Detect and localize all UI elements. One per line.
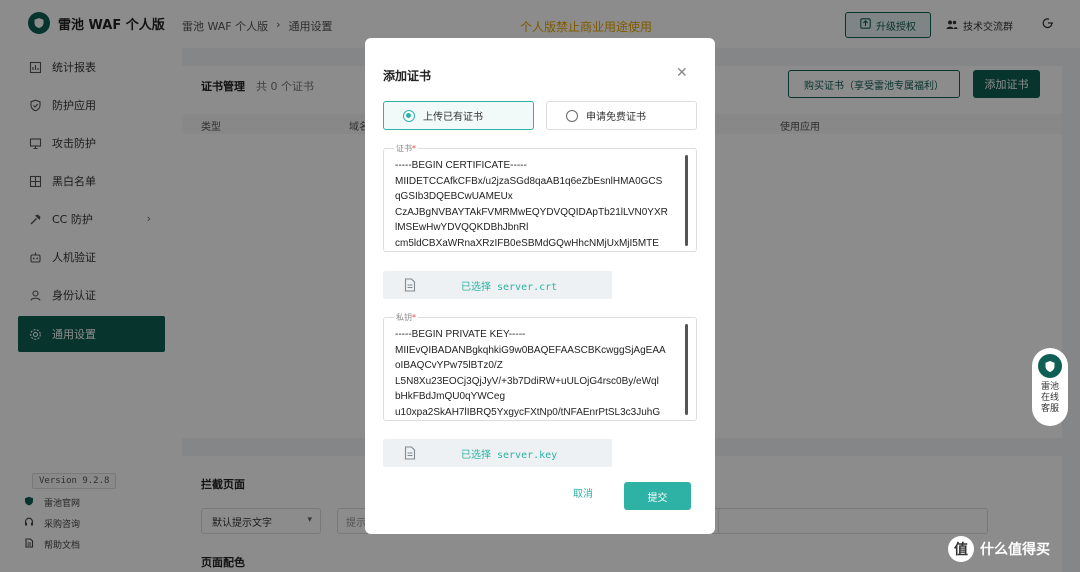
selected-file-label: 已选择 server.key (461, 450, 558, 461)
file-name: server.crt (497, 282, 558, 293)
modal-title: 添加证书 (383, 69, 432, 83)
watermark-logo: 值 (948, 536, 974, 562)
service-label: 雷池在线客服 (1040, 382, 1059, 414)
selected-file-label: 已选择 server.crt (461, 282, 558, 293)
private-key-file-upload[interactable]: 已选择 server.key (383, 439, 612, 467)
certificate-textarea[interactable]: 证书* -----BEGIN CERTIFICATE----- MIIDETCC… (383, 143, 697, 252)
add-certificate-modal: 添加证书 ✕ 上传已有证书 申请免费证书 证书* -----BEGIN CERT… (365, 38, 715, 534)
private-key-textarea[interactable]: 私钥* -----BEGIN PRIVATE KEY----- MIIEvQIB… (383, 312, 697, 421)
certificate-text: -----BEGIN CERTIFICATE----- MIIDETCCAfkC… (395, 160, 668, 248)
watermark: 值 什么值得买 (948, 536, 1050, 562)
certificate-file-upload[interactable]: 已选择 server.crt (383, 271, 612, 299)
submit-button[interactable]: 提交 (624, 482, 691, 510)
private-key-text: -----BEGIN PRIVATE KEY----- MIIEvQIBADAN… (395, 329, 666, 417)
file-icon (404, 446, 416, 463)
upload-existing-option[interactable]: 上传已有证书 (383, 101, 534, 130)
radio-unselected-icon (566, 109, 578, 122)
watermark-text: 什么值得买 (980, 542, 1050, 558)
apply-free-option[interactable]: 申请免费证书 (546, 101, 697, 130)
online-service-widget[interactable]: 雷池在线客服 (1032, 348, 1068, 426)
scrollbar[interactable] (685, 155, 688, 246)
file-name: server.key (497, 450, 558, 461)
radio-selected-icon (403, 109, 415, 122)
close-icon[interactable]: ✕ (676, 65, 688, 81)
field-label: 私钥* (394, 312, 418, 323)
scrollbar[interactable] (685, 324, 688, 415)
field-label: 证书* (394, 143, 418, 154)
file-icon (404, 278, 416, 295)
cancel-button[interactable]: 取消 (573, 485, 593, 500)
shield-icon (1038, 354, 1062, 378)
